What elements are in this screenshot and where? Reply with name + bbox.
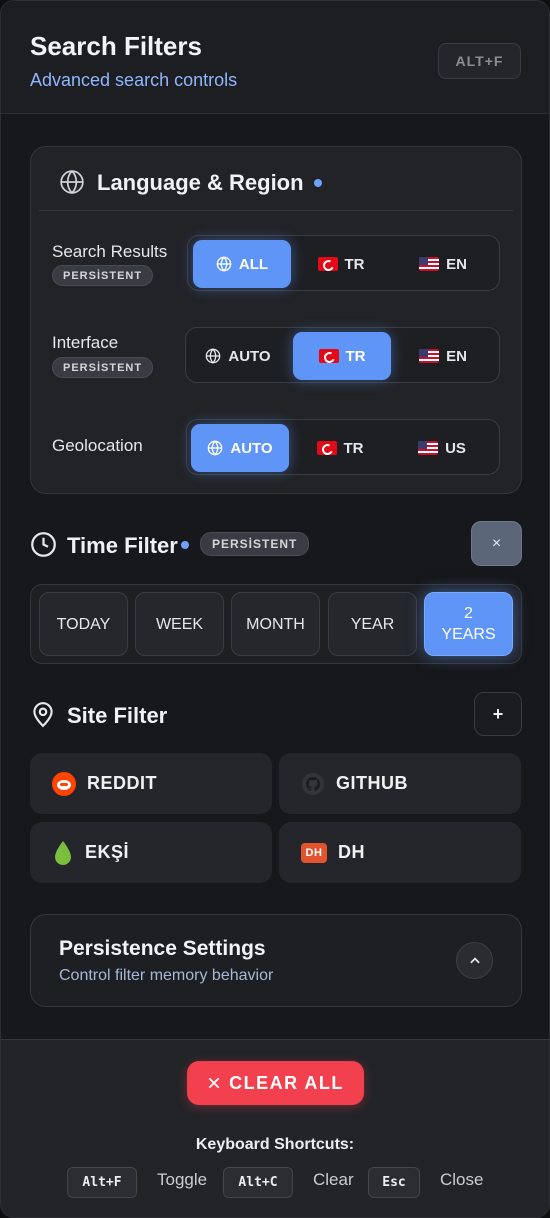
time-filter-header: Time Filter PERSİSTENT [30,521,522,567]
geolocation-option-auto[interactable]: AUTO [191,424,289,472]
option-label: ALL [238,255,269,273]
flag-us-icon [418,441,439,455]
persistence-settings-card[interactable]: Persistence Settings Control filter memo… [30,914,522,1007]
clear-all-label: CLEAR ALL [229,1072,344,1093]
option-label: TR [345,347,366,365]
site-label: GITHUB [336,773,408,793]
github-icon [301,772,325,796]
geolocation-label: Geolocation [52,436,143,455]
map-pin-icon [30,700,56,733]
persistent-badge: PERSİSTENT [52,357,154,378]
reddit-icon [52,771,76,796]
site-label: EKŞİ [85,842,130,862]
active-indicator-dot [314,179,322,187]
site-dh-button[interactable]: DH DH [279,822,521,883]
option-label: AUTO [230,439,273,457]
flag-us-icon [419,349,440,363]
site-filter-title: Site Filter [67,703,168,728]
shortcut-key: Esc [368,1167,420,1198]
active-indicator-dot [181,541,189,549]
flag-tr-icon [316,441,337,455]
close-icon [208,1077,220,1089]
clear-time-filter-button[interactable]: × [471,521,522,566]
flag-us-icon [419,257,440,271]
shortcut-action: Toggle [157,1170,208,1189]
search-results-option-all[interactable]: ALL [193,240,291,288]
interface-option-en[interactable]: EN [394,332,492,380]
site-eksi-button[interactable]: EKŞİ [30,822,272,883]
search-results-selector: ALL TR EN [187,235,500,291]
language-region-card: Language & Region Search Results PERSİST… [30,146,522,494]
option-label: TR [344,255,365,273]
interface-option-tr[interactable]: TR [293,332,391,380]
search-filters-panel: Search Filters Advanced search controls … [0,0,550,1218]
globe-icon [59,169,85,200]
eksi-drop-icon [52,840,74,866]
shortcuts-title: Keyboard Shortcuts: [195,1136,355,1153]
geolocation-option-us[interactable]: US [393,424,491,472]
time-filter-title: Time Filter [67,533,178,558]
search-results-option-tr[interactable]: TR [292,240,390,288]
interface-option-auto[interactable]: AUTO [189,332,287,380]
site-label: REDDIT [87,773,157,793]
shortcut-action: Close [440,1170,484,1189]
panel-footer: CLEAR ALL Keyboard Shortcuts: Alt+F Togg… [1,1039,549,1217]
page-subtitle: Advanced search controls [30,70,238,90]
persistent-badge: PERSİSTENT [200,532,310,556]
option-label: EN [446,347,467,365]
shortcut-badge: ALT+F [438,43,521,79]
chevron-up-icon [469,956,480,963]
language-region-title: Language & Region [97,170,304,195]
persistence-subtitle: Control filter memory behavior [59,967,274,984]
time-option-year[interactable]: YEAR [328,592,417,656]
interface-label: Interface [52,333,119,352]
flag-tr-icon [318,349,339,363]
add-site-button[interactable]: + [474,692,522,736]
dh-icon: DH [301,842,327,863]
site-label: DH [338,842,365,862]
persistent-badge: PERSİSTENT [52,265,154,286]
option-label: AUTO [228,347,271,365]
time-option-2-years[interactable]: 2 YEARS [424,592,513,656]
search-results-label: Search Results [52,242,168,261]
time-option-today[interactable]: TODAY [39,592,128,656]
option-label: US [445,439,466,457]
page-title: Search Filters [30,31,202,61]
clear-all-button[interactable]: CLEAR ALL [187,1061,364,1105]
globe-icon [206,348,221,364]
search-results-option-en[interactable]: EN [394,240,492,288]
globe-icon [208,440,223,456]
persistence-toggle-button[interactable] [456,942,493,979]
time-option-week[interactable]: WEEK [135,592,224,656]
shortcut-action: Clear [313,1170,354,1189]
clock-icon [30,531,57,563]
flag-tr-icon [317,257,338,271]
shortcut-key: Alt+F [67,1167,137,1198]
globe-icon [216,256,232,272]
option-label: EN [446,255,467,273]
site-github-button[interactable]: GITHUB [279,753,521,814]
geolocation-selector: AUTO TR US [186,419,500,475]
time-filter-options: TODAY WEEK MONTH YEAR 2 YEARS [30,584,522,664]
panel-header: Search Filters Advanced search controls … [1,1,549,114]
persistence-title: Persistence Settings [59,937,266,960]
option-label: TR [343,439,364,457]
language-region-header: Language & Region [39,147,513,211]
shortcut-key: Alt+C [223,1167,293,1198]
time-option-month[interactable]: MONTH [231,592,320,656]
site-reddit-button[interactable]: REDDIT [30,753,272,814]
interface-selector: AUTO TR EN [185,327,500,383]
geolocation-option-tr[interactable]: TR [291,424,389,472]
